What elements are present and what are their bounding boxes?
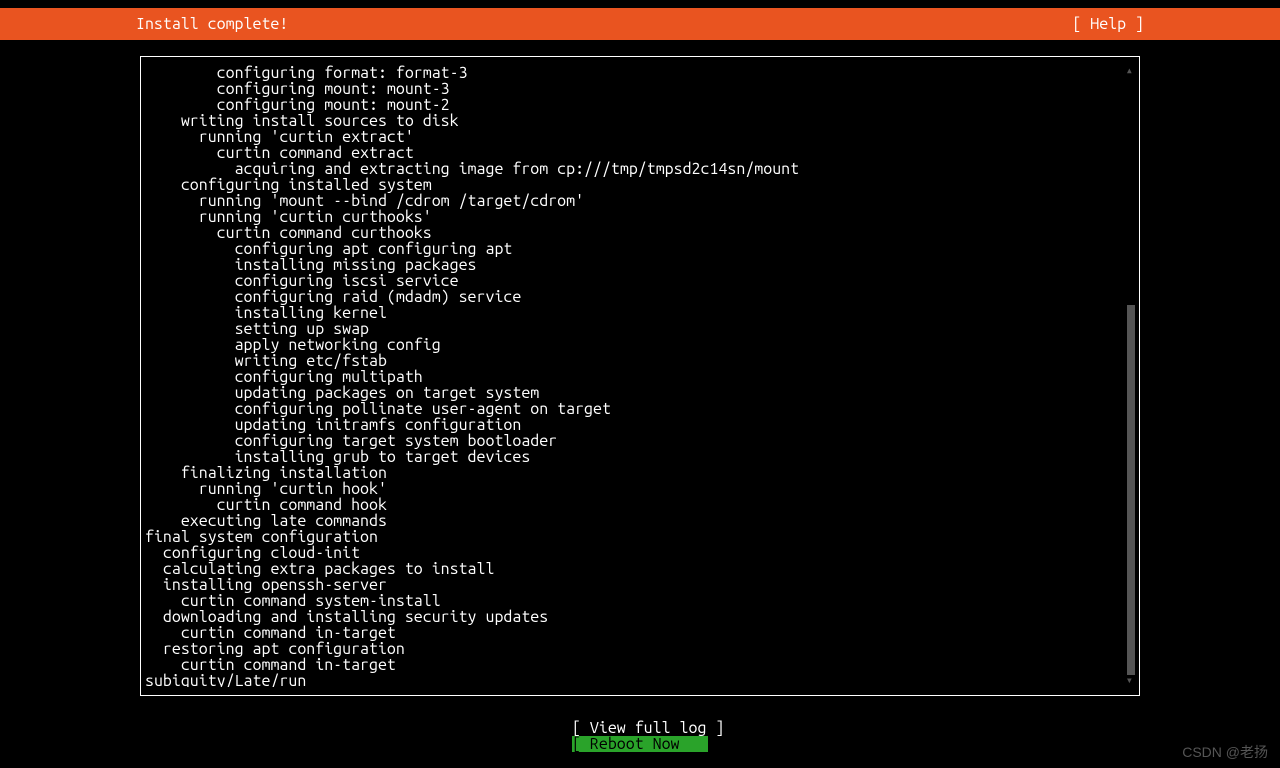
- scrollbar-thumb[interactable]: [1127, 305, 1135, 675]
- page-title: Install complete!: [136, 16, 288, 32]
- help-button[interactable]: [ Help ]: [1072, 16, 1144, 32]
- install-log-output: configuring format: format-3 configuring…: [145, 65, 1123, 687]
- reboot-now-button[interactable]: [ Reboot Now ]: [572, 736, 708, 752]
- scroll-down-arrow[interactable]: ▾: [1126, 673, 1133, 689]
- watermark-text: CSDN @老扬: [1182, 744, 1268, 760]
- scroll-up-arrow[interactable]: ▴: [1126, 63, 1133, 79]
- install-log-panel: configuring format: format-3 configuring…: [140, 56, 1140, 696]
- view-full-log-button[interactable]: [ View full log ]: [572, 720, 708, 736]
